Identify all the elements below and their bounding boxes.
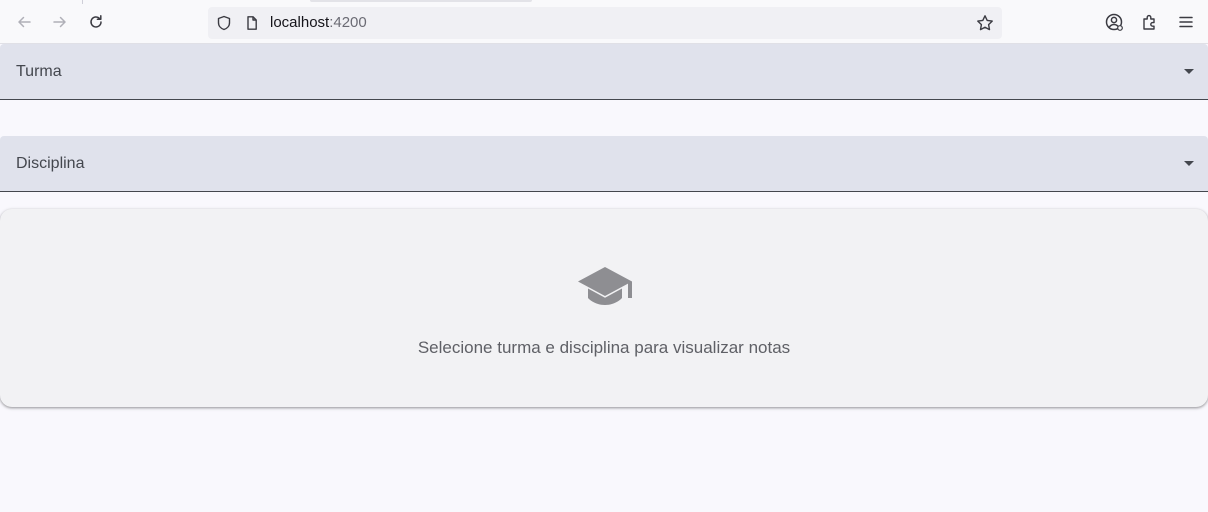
page-icon xyxy=(243,14,261,32)
menu-button[interactable] xyxy=(1172,8,1200,36)
account-button[interactable] xyxy=(1100,8,1128,36)
forward-button[interactable] xyxy=(46,8,74,36)
page-content: Turma Disciplina Selecione turma e disci… xyxy=(0,44,1208,512)
active-tab-edge[interactable] xyxy=(310,0,532,2)
star-icon[interactable] xyxy=(976,14,994,32)
graduation-cap-icon xyxy=(578,267,632,305)
url-host: localhost xyxy=(270,14,330,31)
puzzle-icon xyxy=(1143,14,1155,30)
extensions-button[interactable] xyxy=(1136,8,1164,36)
hamburger-menu-icon xyxy=(1179,16,1193,28)
empty-state-message: Selecione turma e disciplina para visual… xyxy=(417,338,791,357)
chevron-down-icon xyxy=(1184,69,1194,74)
url-bar[interactable]: localhost:4200 xyxy=(208,7,1002,39)
empty-state-card: Selecione turma e disciplina para visual… xyxy=(0,209,1208,407)
browser-toolbar: localhost:4200 xyxy=(0,0,1208,44)
chevron-down-icon xyxy=(1184,161,1194,166)
reload-button[interactable] xyxy=(82,8,110,36)
reload-icon xyxy=(90,15,102,28)
arrow-right-icon xyxy=(53,16,66,28)
tab-divider xyxy=(82,0,83,4)
url-port: :4200 xyxy=(329,14,367,31)
arrow-left-icon xyxy=(18,16,31,28)
turma-select[interactable]: Turma xyxy=(0,44,1208,100)
url-text[interactable]: localhost:4200 xyxy=(270,14,367,32)
turma-select-label: Turma xyxy=(16,63,62,80)
shield-icon[interactable] xyxy=(215,14,233,32)
back-button[interactable] xyxy=(10,8,38,36)
account-icon xyxy=(1105,13,1123,31)
disciplina-select[interactable]: Disciplina xyxy=(0,136,1208,192)
disciplina-select-label: Disciplina xyxy=(16,155,85,172)
